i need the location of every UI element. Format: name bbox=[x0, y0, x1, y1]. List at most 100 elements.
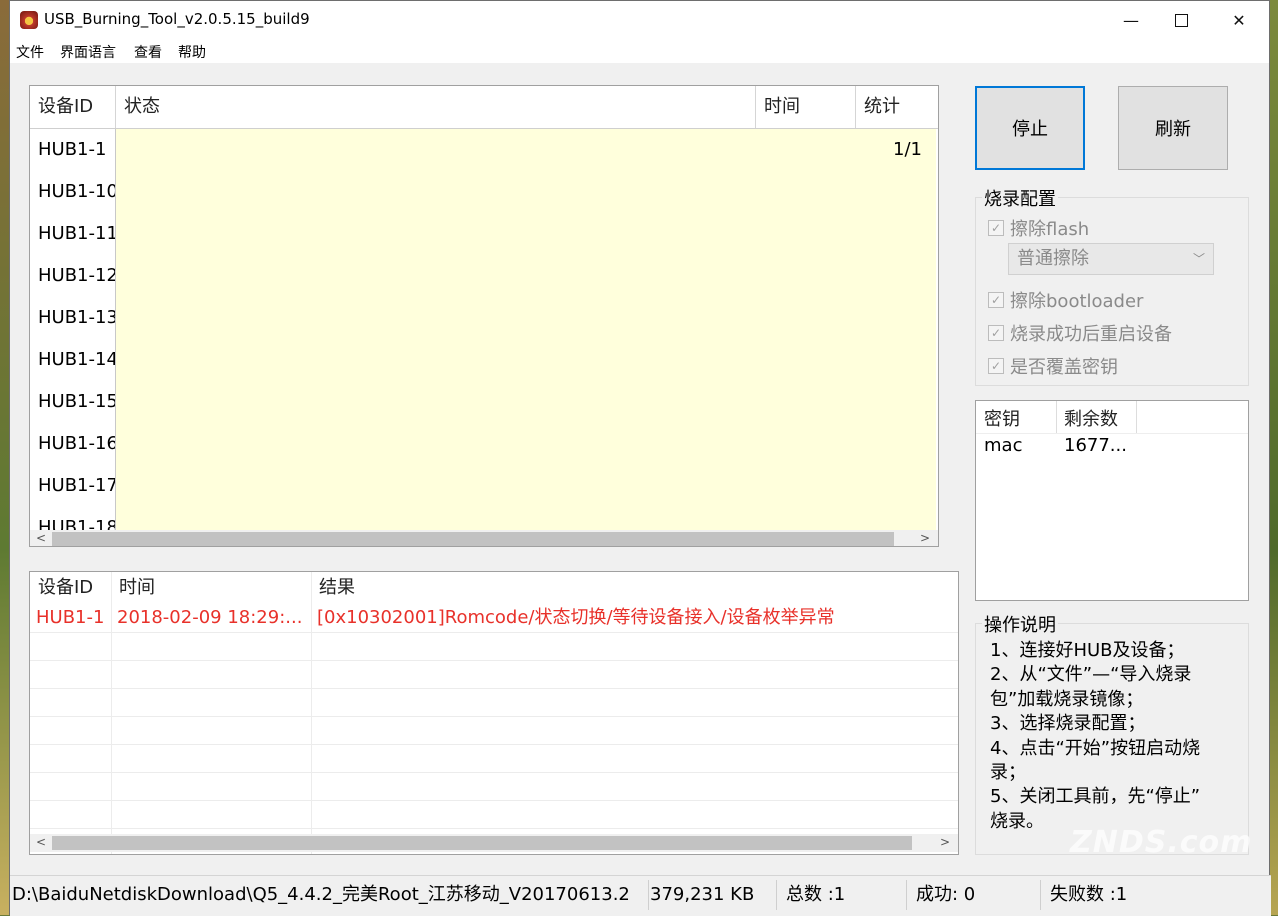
minimize-button[interactable]: — bbox=[1108, 1, 1154, 39]
device-id-cell[interactable]: HUB1-16 bbox=[30, 423, 116, 465]
table-row[interactable]: HUB1-12 bbox=[30, 255, 936, 298]
device-id-cell[interactable]: HUB1-14 bbox=[30, 339, 116, 381]
list-item[interactable] bbox=[30, 716, 958, 745]
log-col-result[interactable]: 结果 bbox=[311, 572, 911, 604]
instruction-line: 烧录。 bbox=[990, 810, 1044, 832]
table-row[interactable]: HUB1-14 bbox=[30, 339, 936, 382]
table-row[interactable]: HUB1-16 bbox=[30, 423, 936, 466]
close-button[interactable]: ✕ bbox=[1216, 1, 1262, 39]
time-cell[interactable] bbox=[756, 129, 857, 171]
reboot-after-checkbox[interactable]: ✓ 烧录成功后重启设备 bbox=[988, 320, 1172, 346]
stat-cell[interactable]: 1/1 bbox=[856, 129, 936, 171]
stat-cell[interactable] bbox=[856, 255, 936, 297]
menu-view[interactable]: 查看 bbox=[134, 42, 162, 62]
time-cell[interactable] bbox=[756, 339, 857, 381]
stop-button[interactable]: 停止 bbox=[975, 86, 1085, 170]
time-cell[interactable] bbox=[756, 171, 857, 213]
erase-flash-checkbox[interactable]: ✓ 擦除flash bbox=[988, 215, 1089, 241]
table-row[interactable]: HUB1-10 bbox=[30, 171, 936, 214]
list-item[interactable] bbox=[30, 772, 958, 801]
status-cell[interactable] bbox=[116, 465, 757, 507]
col-status[interactable]: 状态 bbox=[116, 86, 756, 128]
stat-cell[interactable] bbox=[856, 465, 936, 507]
list-item[interactable] bbox=[30, 688, 958, 717]
device-id-cell[interactable]: HUB1-12 bbox=[30, 255, 116, 297]
reboot-after-label: 烧录成功后重启设备 bbox=[1010, 324, 1172, 345]
time-cell[interactable] bbox=[756, 213, 857, 255]
stat-cell[interactable] bbox=[856, 297, 936, 339]
app-icon bbox=[20, 11, 38, 29]
log-col-time[interactable]: 时间 bbox=[111, 572, 311, 604]
device-table-hscroll[interactable]: < > bbox=[30, 530, 938, 546]
key-col-key[interactable]: 密钥 bbox=[984, 405, 1020, 431]
erase-bootloader-checkbox[interactable]: ✓ 擦除bootloader bbox=[988, 287, 1143, 313]
key-col-remaining[interactable]: 剩余数 bbox=[1064, 405, 1118, 431]
status-cell[interactable] bbox=[116, 381, 757, 423]
status-cell[interactable] bbox=[116, 255, 757, 297]
status-success: 成功: 0 bbox=[916, 884, 976, 905]
menu-help[interactable]: 帮助 bbox=[178, 42, 206, 62]
status-cell[interactable] bbox=[116, 129, 757, 171]
list-item[interactable] bbox=[30, 800, 958, 829]
table-row[interactable]: HUB1-1 1/1 bbox=[30, 129, 936, 172]
overwrite-key-checkbox[interactable]: ✓ 是否覆盖密钥 bbox=[988, 353, 1118, 379]
menu-file[interactable]: 文件 bbox=[16, 42, 44, 62]
col-device-id[interactable]: 设备ID bbox=[30, 86, 116, 128]
device-table-vscroll[interactable]: ︿ ﹀ bbox=[938, 86, 939, 532]
status-cell[interactable] bbox=[116, 339, 757, 381]
key-row-key[interactable]: mac bbox=[984, 435, 1022, 456]
hscroll-thumb[interactable] bbox=[52, 532, 894, 546]
stat-cell[interactable] bbox=[856, 339, 936, 381]
menu-bar: 文件 界面语言 查看 帮助 bbox=[10, 39, 1269, 63]
status-cell[interactable] bbox=[116, 213, 757, 255]
time-cell[interactable] bbox=[756, 255, 857, 297]
log-table-hscroll[interactable]: < > bbox=[30, 834, 958, 852]
status-cell[interactable] bbox=[116, 171, 757, 213]
device-id-cell[interactable]: HUB1-11 bbox=[30, 213, 116, 255]
hscroll-thumb[interactable] bbox=[52, 836, 912, 850]
list-item[interactable] bbox=[30, 632, 958, 661]
status-cell[interactable] bbox=[116, 297, 757, 339]
instruction-line: 4、点击“开始”按钮启动烧 bbox=[990, 737, 1201, 759]
title-bar: USB_Burning_Tool_v2.0.5.15_build9 — ✕ bbox=[10, 1, 1269, 39]
scroll-left-icon[interactable]: < bbox=[36, 531, 46, 545]
device-id-cell[interactable]: HUB1-13 bbox=[30, 297, 116, 339]
col-time[interactable]: 时间 bbox=[756, 86, 856, 128]
list-item[interactable]: HUB1-1 2018-02-09 18:29:... [0x10302001]Ro… bbox=[30, 604, 958, 633]
stat-cell[interactable] bbox=[856, 171, 936, 213]
chevron-down-icon: ﹀ bbox=[1192, 252, 1205, 266]
device-id-cell[interactable]: HUB1-17 bbox=[30, 465, 116, 507]
device-id-cell[interactable]: HUB1-10 bbox=[30, 171, 116, 213]
menu-language[interactable]: 界面语言 bbox=[60, 42, 116, 62]
table-row[interactable]: HUB1-11 bbox=[30, 213, 936, 256]
table-row[interactable]: HUB1-13 bbox=[30, 297, 936, 340]
table-row[interactable]: HUB1-17 bbox=[30, 465, 936, 508]
device-id-cell[interactable]: HUB1-1 bbox=[30, 129, 116, 171]
list-item[interactable] bbox=[30, 744, 958, 773]
time-cell[interactable] bbox=[756, 381, 857, 423]
erase-mode-select[interactable]: 普通擦除 ﹀ bbox=[1008, 243, 1214, 275]
col-stat[interactable]: 统计 bbox=[856, 86, 936, 128]
list-item[interactable] bbox=[30, 660, 958, 689]
window-title: USB_Burning_Tool_v2.0.5.15_build9 bbox=[44, 10, 310, 28]
scroll-right-icon[interactable]: > bbox=[920, 531, 930, 545]
log-col-device-id[interactable]: 设备ID bbox=[30, 572, 111, 604]
refresh-button[interactable]: 刷新 bbox=[1118, 86, 1228, 170]
device-id-cell[interactable]: HUB1-15 bbox=[30, 381, 116, 423]
scroll-left-icon[interactable]: < bbox=[36, 835, 46, 849]
close-icon: ✕ bbox=[1232, 10, 1246, 30]
key-row-remaining[interactable]: 1677... bbox=[1064, 435, 1127, 456]
time-cell[interactable] bbox=[756, 297, 857, 339]
time-cell[interactable] bbox=[756, 423, 857, 465]
stat-cell[interactable] bbox=[856, 381, 936, 423]
status-path: D:\BaiduNetdiskDownload\Q5_4.4.2_完美Root_… bbox=[12, 884, 630, 905]
maximize-button[interactable] bbox=[1158, 1, 1204, 39]
instruction-line: 1、连接好HUB及设备； bbox=[990, 640, 1185, 661]
stat-cell[interactable] bbox=[856, 213, 936, 255]
scroll-right-icon[interactable]: > bbox=[940, 835, 950, 849]
status-cell[interactable] bbox=[116, 423, 757, 465]
table-row[interactable]: HUB1-15 bbox=[30, 381, 936, 424]
stat-cell[interactable] bbox=[856, 423, 936, 465]
time-cell[interactable] bbox=[756, 465, 857, 507]
burn-config-title: 烧录配置 bbox=[982, 185, 1058, 211]
